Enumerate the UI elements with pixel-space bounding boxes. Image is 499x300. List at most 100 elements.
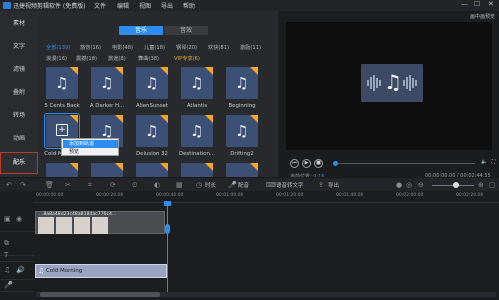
preview-screen: ♫ xyxy=(286,22,492,150)
play-button[interactable]: ▶ xyxy=(302,159,311,168)
category-sad[interactable]: 悠伤(16) xyxy=(80,44,101,51)
playhead[interactable] xyxy=(167,203,168,297)
rotate-icon[interactable]: ⟳ xyxy=(110,181,116,189)
speech-icon[interactable]: ⌨ xyxy=(266,181,276,189)
menu-edit[interactable]: 编辑 xyxy=(117,1,129,10)
mute-icon[interactable]: 🔊 xyxy=(16,266,25,274)
playhead-handle[interactable] xyxy=(165,224,170,234)
sidebar-item-media[interactable]: 素材 xyxy=(0,13,38,35)
menu-view[interactable]: 视图 xyxy=(139,1,151,10)
category-all[interactable]: 全部(139) xyxy=(46,44,70,51)
category-journey[interactable]: 旅途(8) xyxy=(108,55,126,62)
sidebar-item-text[interactable]: 文字 xyxy=(0,36,38,58)
music-tile[interactable]: ♫ xyxy=(226,115,258,147)
category-piano[interactable]: 钢琴(20) xyxy=(176,44,197,51)
tool-voiceover-label[interactable]: 配音 xyxy=(238,181,249,189)
music-tile[interactable] xyxy=(181,163,213,177)
speed-icon[interactable]: ⏲ xyxy=(132,181,137,190)
tab-music[interactable]: 音乐 xyxy=(119,26,163,35)
delete-icon[interactable]: 🗑 xyxy=(45,181,54,189)
tool-duration-label[interactable]: 时长 xyxy=(205,181,216,189)
menu-help[interactable]: 帮助 xyxy=(183,1,195,10)
title-bar: 迅捷视频剪辑软件 (免费版) 文件 编辑 视图 导出 帮助 — ☐ ✕ xyxy=(0,0,499,11)
music-tile[interactable]: ♫ xyxy=(181,115,213,147)
music-tile[interactable] xyxy=(226,163,258,177)
zoom-in-icon[interactable]: ⊕ xyxy=(478,181,484,189)
category-epic[interactable]: 震撼(18) xyxy=(76,55,97,62)
split-icon[interactable]: ✂ xyxy=(65,181,71,189)
add-to-track-icon[interactable]: + xyxy=(56,124,68,136)
mic-icon[interactable]: 🎤 xyxy=(228,181,237,189)
text-track-icon: T xyxy=(4,251,9,259)
voice-track-header: 🎤 xyxy=(0,280,34,292)
music-tile[interactable]: ♫ xyxy=(181,67,213,99)
tool-speech-to-text-label[interactable]: 语音转文字 xyxy=(276,181,304,189)
category-movie[interactable]: 电影(48) xyxy=(112,44,133,51)
clock-icon[interactable]: ◷ xyxy=(196,181,202,189)
undo-icon[interactable]: ↶ xyxy=(6,181,12,189)
music-note-icon: ♫ xyxy=(4,266,11,274)
music-tile-label: Atlantis xyxy=(186,103,208,109)
context-menu-preview[interactable]: 预览 xyxy=(63,148,118,156)
snapshot-icon[interactable]: ◎ xyxy=(406,181,412,189)
waveform-bar xyxy=(376,78,378,88)
category-happy[interactable]: 欢快(81) xyxy=(208,44,229,51)
music-tile-label: Destination... xyxy=(178,151,216,157)
music-tile[interactable] xyxy=(136,163,168,177)
waveform-bar xyxy=(412,78,414,88)
mosaic-icon[interactable]: ▦ xyxy=(176,181,183,189)
tool-export-label[interactable]: 导出 xyxy=(328,181,339,189)
waveform-bar xyxy=(409,75,411,91)
music-tile[interactable]: ♫ xyxy=(226,67,258,99)
fit-timeline-icon[interactable]: ▢ xyxy=(489,181,496,189)
maximize-button[interactable]: ☐ xyxy=(474,0,480,8)
category-dance[interactable]: 舞曲(38) xyxy=(138,55,159,62)
sidebar-item-transition[interactable]: 转场 xyxy=(0,105,38,127)
volume-icon[interactable]: 🔈 xyxy=(480,159,489,168)
crop-icon[interactable]: ⌗ xyxy=(88,181,92,190)
vip-corner-badge xyxy=(160,163,168,171)
menu-file[interactable]: 文件 xyxy=(94,1,106,10)
music-tile[interactable]: ♫ xyxy=(91,67,123,99)
app-title: 迅捷视频剪辑软件 (免费版) xyxy=(13,3,86,10)
record-icon[interactable]: ● xyxy=(396,181,402,189)
visibility-icon[interactable]: ◉ xyxy=(16,215,22,223)
music-tile[interactable] xyxy=(46,163,78,177)
waveform-bar xyxy=(379,80,381,86)
sidebar-item-filter[interactable]: 滤镜 xyxy=(0,59,38,81)
category-inspire[interactable]: 激励(11) xyxy=(240,44,261,51)
export-icon[interactable]: ⇪ xyxy=(318,181,324,189)
tab-sound-effects[interactable]: 音效 xyxy=(164,26,208,35)
context-menu-add-to-track[interactable]: 添加到轨道 xyxy=(63,140,118,148)
timeline-ruler[interactable]: 00:00:00.00 00:00:20.00 00:00:40.00 00:0… xyxy=(34,191,499,203)
color-icon[interactable]: ◐ xyxy=(154,181,160,189)
waveform-bar xyxy=(370,77,372,89)
music-tile[interactable] xyxy=(91,163,123,177)
prev-frame-button[interactable]: ⏮ xyxy=(290,159,299,168)
menu-export[interactable]: 导出 xyxy=(161,1,173,10)
stop-button[interactable]: ■ xyxy=(314,159,323,168)
redo-icon[interactable]: ↷ xyxy=(20,181,26,189)
sidebar-item-animation[interactable]: 动画 xyxy=(0,128,38,150)
sidebar-item-overlay[interactable]: 叠附 xyxy=(0,82,38,104)
category-romantic[interactable]: 浪漫(16) xyxy=(46,55,67,62)
category-kids[interactable]: 儿童(18) xyxy=(144,44,165,51)
zoom-slider-handle[interactable] xyxy=(453,182,459,188)
sidebar-item-music[interactable]: 配乐 xyxy=(0,152,38,174)
video-clip[interactable]: ...8a8a48d23c48a8184ac776c4... xyxy=(35,211,165,234)
clip-thumbnail xyxy=(38,217,54,234)
music-tile[interactable]: ♫ xyxy=(136,115,168,147)
fullscreen-icon[interactable]: ⛶ xyxy=(489,159,498,168)
minimize-button[interactable]: — xyxy=(461,0,468,8)
film-icon: ▣ xyxy=(4,215,11,223)
music-tile[interactable]: ♫ xyxy=(136,67,168,99)
category-vip[interactable]: VIP专享(6) xyxy=(174,55,200,62)
close-button[interactable]: ✕ xyxy=(488,0,494,8)
progress-handle[interactable] xyxy=(333,161,338,166)
music-tile-label: Delusion 32 xyxy=(136,151,168,157)
music-tile[interactable]: ♫ xyxy=(46,67,78,99)
zoom-out-icon[interactable]: ⊖ xyxy=(418,181,424,189)
timeline-scrollbar-thumb[interactable] xyxy=(40,292,160,297)
audio-clip[interactable]: ♫ Cold Morning xyxy=(35,264,167,278)
playback-progress-bar[interactable] xyxy=(335,163,475,164)
